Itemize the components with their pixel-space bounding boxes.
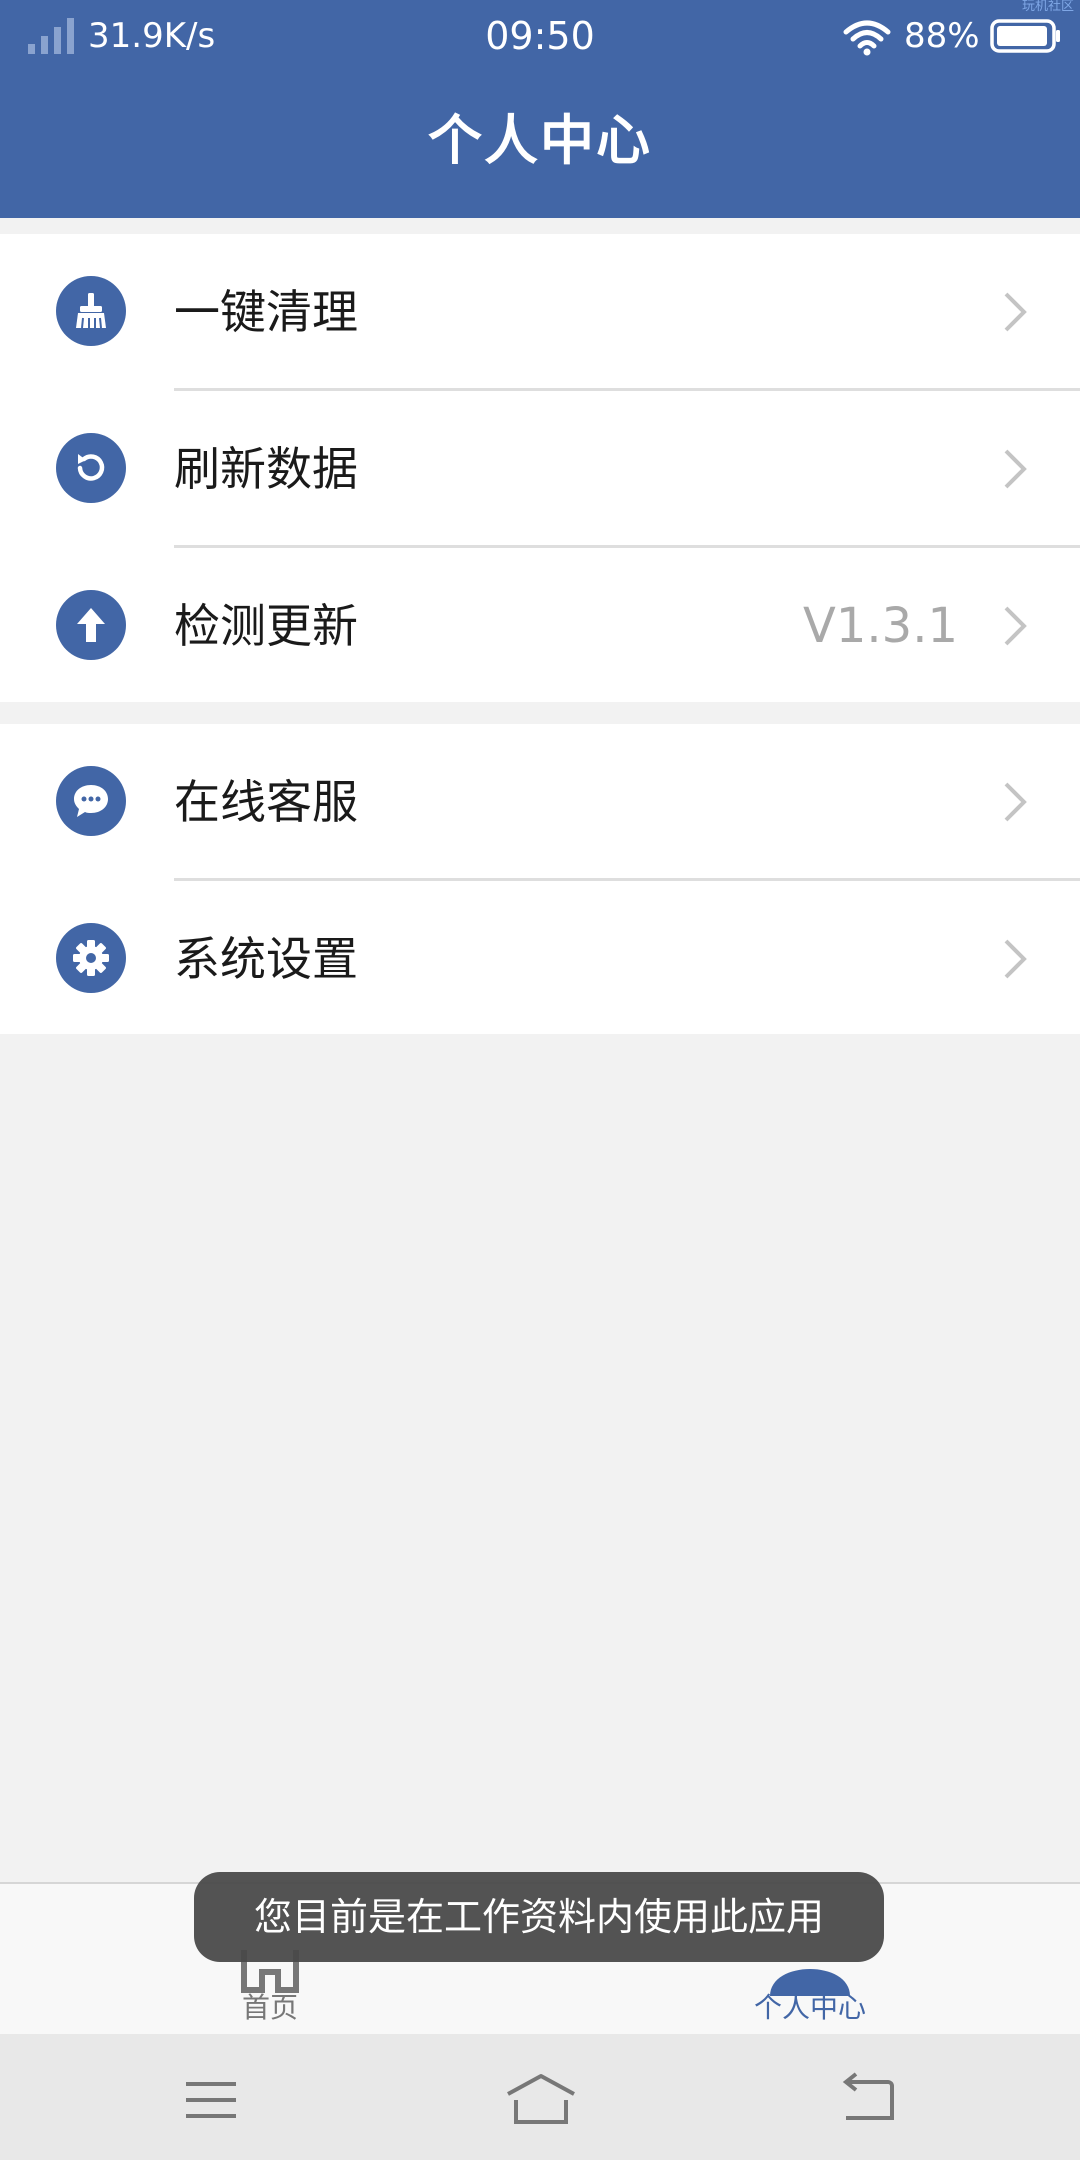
chevron-right-icon	[1004, 449, 1027, 489]
home-outline-icon[interactable]	[496, 2070, 586, 2130]
broom-icon	[56, 276, 126, 346]
refresh-icon	[56, 433, 126, 503]
menu-item-refresh[interactable]: 刷新数据	[0, 391, 1080, 548]
menu-group-tools: 一键清理 刷新数据 检测更新 V1.3.1	[0, 234, 1080, 702]
system-navigation-bar	[0, 2034, 1080, 2160]
menu-item-check-update[interactable]: 检测更新 V1.3.1	[0, 548, 1080, 702]
corner-watermark: 玩机社区	[1021, 0, 1074, 14]
chevron-right-icon	[1004, 606, 1027, 646]
wifi-icon	[843, 20, 891, 56]
toast-message: 您目前是在工作资料内使用此应用	[194, 1872, 884, 1962]
page-title: 个人中心	[428, 109, 652, 172]
menu-item-label: 系统设置	[174, 932, 358, 986]
menu-item-customer-service[interactable]: 在线客服	[0, 724, 1080, 881]
menu-item-label: 一键清理	[174, 285, 358, 339]
chevron-right-icon	[1004, 292, 1027, 332]
top-bar: 31.9K/s 09:50 88% 玩机社区 个人中心	[0, 0, 1080, 218]
tab-profile-label: 个人中心	[753, 1991, 866, 2024]
status-bar: 31.9K/s 09:50 88% 玩机社区	[0, 0, 1080, 74]
upload-arrow-icon	[56, 590, 126, 660]
menu-item-label: 在线客服	[174, 775, 358, 829]
menu-item-label: 刷新数据	[174, 442, 358, 496]
chat-bubble-icon	[56, 766, 126, 836]
tab-home-label: 首页	[241, 1991, 298, 2024]
menu-item-clean[interactable]: 一键清理	[0, 234, 1080, 391]
battery-percent: 88%	[904, 16, 980, 56]
menu-icon[interactable]	[166, 2070, 256, 2130]
screen: 31.9K/s 09:50 88% 玩机社区 个人中心 一键清理 刷新数据 检测…	[0, 0, 1080, 2160]
gear-icon	[56, 923, 126, 993]
back-icon[interactable]	[824, 2070, 914, 2130]
menu-item-system-settings[interactable]: 系统设置	[0, 881, 1080, 1035]
version-value: V1.3.1	[803, 598, 958, 654]
menu-group-support: 在线客服 系统设置	[0, 724, 1080, 1034]
menu-item-label: 检测更新	[174, 599, 358, 653]
battery-icon	[990, 19, 1060, 53]
chevron-right-icon	[1004, 939, 1027, 979]
chevron-right-icon	[1004, 782, 1027, 822]
